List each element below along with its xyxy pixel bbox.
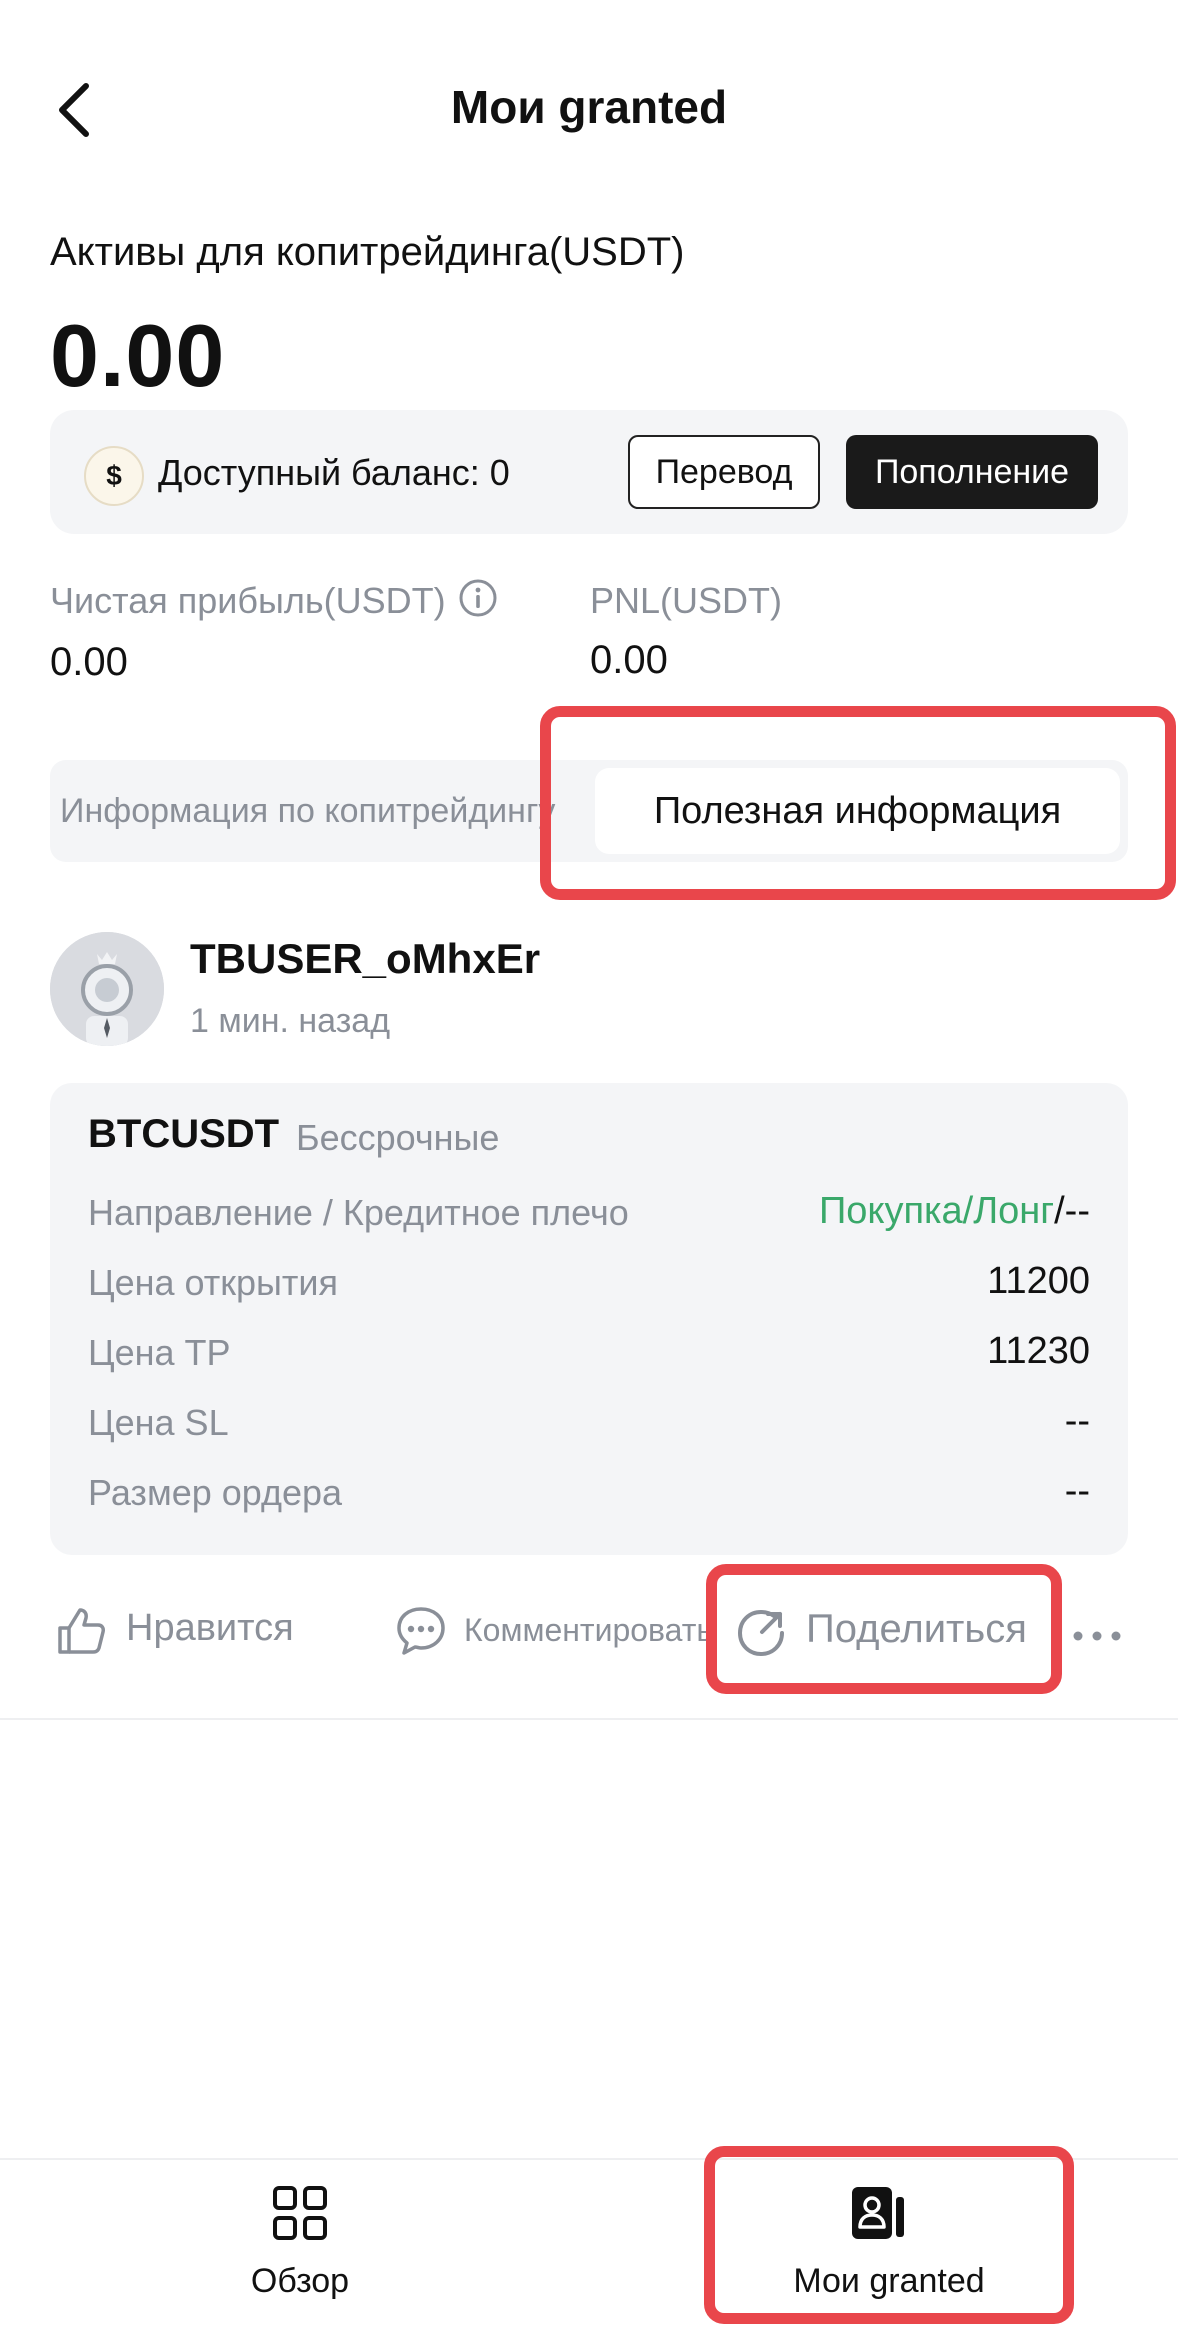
coin-icon: $ — [84, 446, 144, 506]
direction-value: Покупка/Лонг — [818, 1190, 1055, 1232]
transfer-button[interactable]: Перевод — [628, 435, 820, 509]
highlight-box-my-copy-trades — [704, 2146, 1074, 2324]
assets-value: 0.00 — [50, 306, 226, 405]
highlight-box-share — [706, 1564, 1062, 1694]
robot-avatar-icon — [50, 932, 164, 1046]
pnl-value: 0.00 — [590, 638, 668, 682]
username[interactable]: TBUSER_oMhxEr — [190, 935, 540, 983]
direction-leverage-label: Направление / Кредитное плечо — [88, 1192, 629, 1233]
comment-bubble-icon[interactable] — [394, 1604, 448, 1658]
entry-price-value: 11200 — [987, 1260, 1090, 1302]
contract-type: Бессрочные — [296, 1117, 500, 1158]
direction-leverage-value: Покупка/Лонг/-- — [819, 1190, 1090, 1233]
avatar[interactable] — [50, 932, 164, 1046]
deposit-button[interactable]: Пополнение — [846, 435, 1098, 509]
order-size-value: -- — [1064, 1470, 1090, 1512]
sl-price-value: -- — [1064, 1400, 1090, 1442]
tp-price-value: 11230 — [987, 1330, 1090, 1372]
overview-grid-icon[interactable] — [272, 2185, 328, 2241]
pnl-label: PNL(USDT) — [590, 580, 783, 621]
leverage-value: /-- — [1054, 1190, 1090, 1232]
assets-label: Активы для копитрейдинга(USDT) — [50, 230, 685, 274]
net-profit-value: 0.00 — [50, 640, 128, 684]
more-dots-icon[interactable] — [1072, 1630, 1122, 1642]
page-title: Мои granted — [450, 81, 728, 133]
sl-price-label: Цена SL — [88, 1402, 229, 1443]
entry-price-label: Цена открытия — [88, 1262, 339, 1303]
section-divider — [0, 1718, 1178, 1720]
trade-symbol: BTCUSDT — [88, 1112, 280, 1156]
net-profit-label: Чистая прибыль(USDT) — [50, 580, 446, 621]
highlight-box-useful-info — [540, 706, 1176, 900]
info-icon[interactable] — [458, 578, 498, 618]
coin-symbol: $ — [106, 460, 122, 491]
comment-label[interactable]: Комментировать — [464, 1612, 720, 1649]
tp-price-label: Цена TP — [88, 1332, 231, 1373]
like-thumb-icon[interactable] — [54, 1604, 108, 1658]
like-label[interactable]: Нравится — [126, 1607, 294, 1650]
post-time: 1 мин. назад — [190, 1002, 391, 1040]
available-balance: Доступный баланс: 0 — [158, 452, 510, 493]
order-size-label: Размер ордера — [88, 1472, 343, 1513]
nav-overview-label[interactable]: Обзор — [0, 2262, 600, 2301]
